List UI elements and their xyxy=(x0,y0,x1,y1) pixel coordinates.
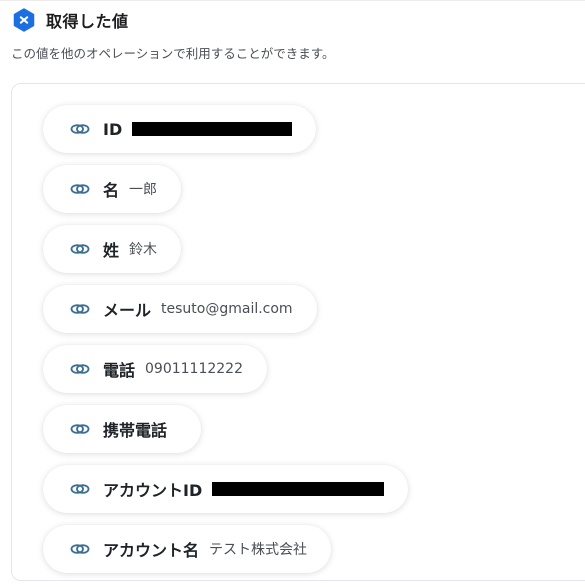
redacted-value xyxy=(212,482,385,496)
close-hexagon-icon xyxy=(13,8,35,32)
field-label: アカウントID xyxy=(103,481,203,500)
field-value: テスト株式会社 xyxy=(209,542,308,558)
field-label: メール xyxy=(103,301,152,320)
top-divider xyxy=(0,0,585,1)
field-chip-account-id[interactable]: アカウントID xyxy=(43,465,409,513)
field-chip-phone[interactable]: 電話 09011112222 xyxy=(43,345,267,393)
link-icon xyxy=(70,124,90,134)
page-subtitle: この値を他のオペレーションで利用することができます。 xyxy=(11,46,335,61)
link-icon xyxy=(70,424,90,434)
link-icon xyxy=(70,304,90,314)
link-icon xyxy=(70,184,90,194)
redacted-value xyxy=(132,122,293,136)
link-icon xyxy=(70,364,90,374)
field-value: 鈴木 xyxy=(129,242,158,258)
field-chip-id[interactable]: ID xyxy=(43,105,317,153)
field-chip-mobile-phone[interactable]: 携帯電話 xyxy=(43,405,202,453)
field-chip-account-name[interactable]: アカウント名 テスト株式会社 xyxy=(43,525,332,573)
field-chip-last-name[interactable]: 姓 鈴木 xyxy=(43,225,182,273)
field-chip-first-name[interactable]: 名 一郎 xyxy=(43,165,182,213)
link-icon xyxy=(70,244,90,254)
field-label: 名 xyxy=(103,181,120,200)
link-icon xyxy=(70,544,90,554)
section-header: 取得した値 xyxy=(12,7,129,33)
link-icon xyxy=(70,484,90,494)
field-label: ID xyxy=(103,119,123,139)
field-value: 09011112222 xyxy=(145,361,243,377)
field-label: 携帯電話 xyxy=(103,421,168,440)
field-value: tesuto@gmail.com xyxy=(161,301,293,317)
page-title: 取得した値 xyxy=(46,12,129,31)
field-chip-email[interactable]: メール tesuto@gmail.com xyxy=(43,285,317,333)
field-label: 電話 xyxy=(103,361,136,380)
field-label: 姓 xyxy=(103,241,120,260)
field-label: アカウント名 xyxy=(103,541,200,560)
field-value: 一郎 xyxy=(129,182,158,198)
